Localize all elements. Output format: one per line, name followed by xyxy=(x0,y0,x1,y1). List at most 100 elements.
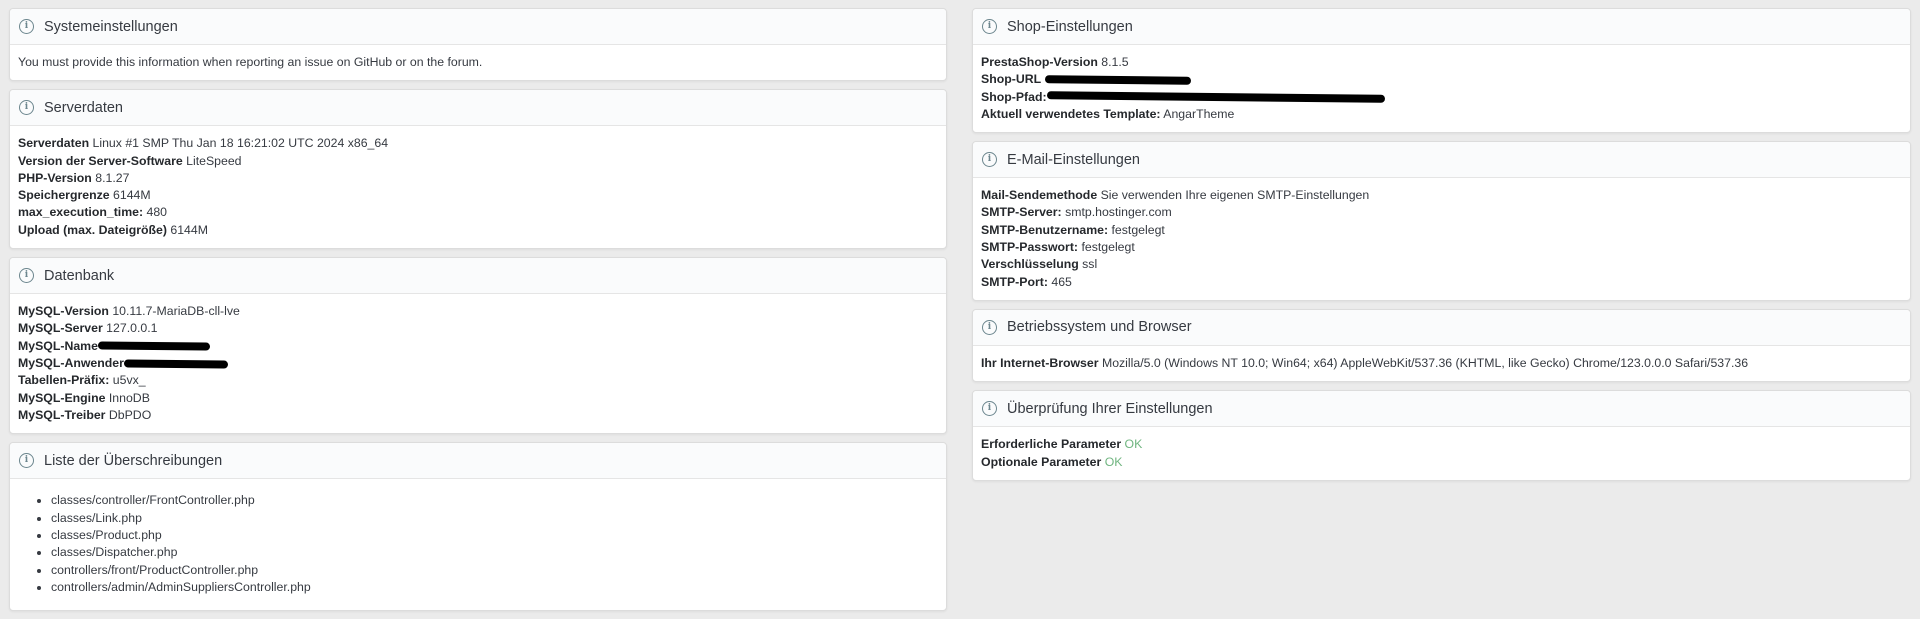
info-row: MySQL-Server 127.0.0.1 xyxy=(18,320,938,337)
info-label: SMTP-Server: xyxy=(981,205,1062,220)
info-row: MySQL-Name xyxy=(18,338,938,355)
info-label: Optionale Parameter xyxy=(981,454,1102,469)
info-value: Sie verwenden Ihre eigenen SMTP-Einstell… xyxy=(1100,188,1370,203)
info-value: 8.1.27 xyxy=(95,170,130,185)
info-row: MySQL-Treiber DbPDO xyxy=(18,407,938,424)
info-row: MySQL-Engine InnoDB xyxy=(18,390,938,407)
info-label: PHP-Version xyxy=(18,170,92,185)
info-row: Speichergrenze 6144M xyxy=(18,187,938,204)
list-item: classes/controller/FrontController.php xyxy=(51,492,938,509)
panel-body: Erforderliche Parameter OK Optionale Par… xyxy=(973,427,1910,480)
info-value: 465 xyxy=(1051,274,1072,289)
info-label: MySQL-Server xyxy=(18,321,103,336)
panel-body: MySQL-Version 10.11.7-MariaDB-cll-lve My… xyxy=(10,294,946,433)
system-note: You must provide this information when r… xyxy=(18,55,483,69)
info-label: Verschlüsselung xyxy=(981,257,1079,272)
panel-body: Mail-Sendemethode Sie verwenden Ihre eig… xyxy=(973,178,1910,300)
info-circle-icon: i xyxy=(982,152,997,168)
page-content: i Systemeinstellungen You must provide t… xyxy=(0,0,1920,611)
info-value: 127.0.0.1 xyxy=(106,321,158,336)
info-label: Ihr Internet-Browser xyxy=(981,355,1099,370)
server-data-panel: i Serverdaten Serverdaten Linux #1 SMP T… xyxy=(9,89,947,250)
os-browser-panel: i Betriebssystem und Browser Ihr Interne… xyxy=(972,308,1911,383)
list-item: classes/Product.php xyxy=(51,527,938,544)
redaction-mark xyxy=(1044,75,1191,85)
redaction-mark xyxy=(123,359,228,369)
info-value: festgelegt xyxy=(1081,240,1135,255)
info-row: SMTP-Port: 465 xyxy=(981,274,1902,291)
panel-title: Systemeinstellungen xyxy=(44,18,178,35)
info-label: Aktuell verwendetes Template: xyxy=(981,106,1161,121)
list-item: classes/Link.php xyxy=(51,510,938,527)
info-value: ssl xyxy=(1082,257,1098,272)
info-circle-icon: i xyxy=(19,453,34,469)
info-row: max_execution_time: 480 xyxy=(18,204,938,221)
info-circle-icon: i xyxy=(982,401,997,417)
info-row: PHP-Version 8.1.27 xyxy=(18,170,938,187)
email-settings-panel: i E-Mail-Einstellungen Mail-Sendemethode… xyxy=(972,141,1911,301)
list-item: controllers/admin/AdminSuppliersControll… xyxy=(51,579,938,596)
panel-body: Serverdaten Linux #1 SMP Thu Jan 18 16:2… xyxy=(10,126,946,248)
database-panel: i Datenbank MySQL-Version 10.11.7-MariaD… xyxy=(9,257,947,435)
info-label: SMTP-Passwort: xyxy=(981,240,1079,255)
info-row: Mail-Sendemethode Sie verwenden Ihre eig… xyxy=(981,187,1902,204)
info-value: 6144M xyxy=(113,188,151,203)
info-value: DbPDO xyxy=(108,407,152,422)
info-label: MySQL-Treiber xyxy=(18,407,106,422)
panel-header: i E-Mail-Einstellungen xyxy=(973,142,1910,179)
panel-body: Ihr Internet-Browser Mozilla/5.0 (Window… xyxy=(973,346,1910,381)
panel-header: i Überprüfung Ihrer Einstellungen xyxy=(973,391,1910,428)
info-row: Upload (max. Dateigröße) 6144M xyxy=(18,222,938,239)
status-ok: OK xyxy=(1124,437,1143,452)
panel-body: You must provide this information when r… xyxy=(10,45,946,80)
info-circle-icon: i xyxy=(982,19,997,34)
panel-header: i Betriebssystem und Browser xyxy=(973,309,1910,346)
info-value: Mozilla/5.0 (Windows NT 10.0; Win64; x64… xyxy=(1101,355,1749,370)
system-settings-panel: i Systemeinstellungen You must provide t… xyxy=(9,8,947,82)
info-label: Shop-Pfad: xyxy=(981,89,1047,104)
panel-title: Überprüfung Ihrer Einstellungen xyxy=(1007,400,1213,417)
info-value: 480 xyxy=(146,205,168,220)
info-label: SMTP-Benutzername: xyxy=(981,222,1109,237)
info-row: SMTP-Server: smtp.hostinger.com xyxy=(981,204,1902,221)
info-label: Erforderliche Parameter xyxy=(981,437,1122,452)
info-row: Serverdaten Linux #1 SMP Thu Jan 18 16:2… xyxy=(18,135,938,152)
info-row: Shop-URL xyxy=(981,71,1902,88)
status-ok: OK xyxy=(1104,454,1123,469)
info-value: 10.11.7-MariaDB-cll-lve xyxy=(112,304,240,319)
panel-header: i Systemeinstellungen xyxy=(10,9,946,45)
info-label: Version der Server-Software xyxy=(18,153,183,168)
info-label: PrestaShop-Version xyxy=(981,55,1098,69)
info-label: Speichergrenze xyxy=(18,188,110,203)
panel-title: E-Mail-Einstellungen xyxy=(1007,151,1140,168)
info-value: Linux #1 SMP Thu Jan 18 16:21:02 UTC 202… xyxy=(92,136,389,151)
info-row: Verschlüsselung ssl xyxy=(981,256,1902,273)
info-label: MySQL-Engine xyxy=(18,390,106,405)
info-value: smtp.hostinger.com xyxy=(1065,205,1172,220)
overrides-list: classes/controller/FrontController.php c… xyxy=(18,488,938,600)
left-column: i Systemeinstellungen You must provide t… xyxy=(9,8,947,611)
panel-header: i Serverdaten xyxy=(10,90,946,127)
info-label: max_execution_time: xyxy=(18,205,144,220)
info-row: Optionale Parameter OK xyxy=(981,454,1902,471)
info-row: MySQL-Anwender xyxy=(18,355,938,372)
info-label: Serverdaten xyxy=(18,136,90,151)
list-item: controllers/front/ProductController.php xyxy=(51,562,938,579)
panel-body: classes/controller/FrontController.php c… xyxy=(10,479,946,609)
overrides-panel: i Liste der Überschreibungen classes/con… xyxy=(9,442,947,611)
info-label: SMTP-Port: xyxy=(981,274,1048,289)
panel-body: PrestaShop-Version 8.1.5 Shop-URL Shop-P… xyxy=(973,45,1910,132)
info-value: u5vx_ xyxy=(112,373,146,388)
info-row: Erforderliche Parameter OK xyxy=(981,436,1902,453)
panel-header: i Shop-Einstellungen xyxy=(973,9,1910,45)
panel-title: Datenbank xyxy=(44,267,115,284)
info-circle-icon: i xyxy=(19,19,34,34)
info-row: Version der Server-Software LiteSpeed xyxy=(18,153,938,170)
panel-header: i Liste der Überschreibungen xyxy=(10,443,946,480)
panel-title: Serverdaten xyxy=(44,99,123,116)
info-circle-icon: i xyxy=(19,268,34,284)
info-row: Aktuell verwendetes Template: AngarTheme xyxy=(981,106,1902,123)
info-row: PrestaShop-Version 8.1.5 xyxy=(981,54,1902,71)
info-circle-icon: i xyxy=(982,319,997,335)
info-label: Upload (max. Dateigröße) xyxy=(18,222,167,237)
